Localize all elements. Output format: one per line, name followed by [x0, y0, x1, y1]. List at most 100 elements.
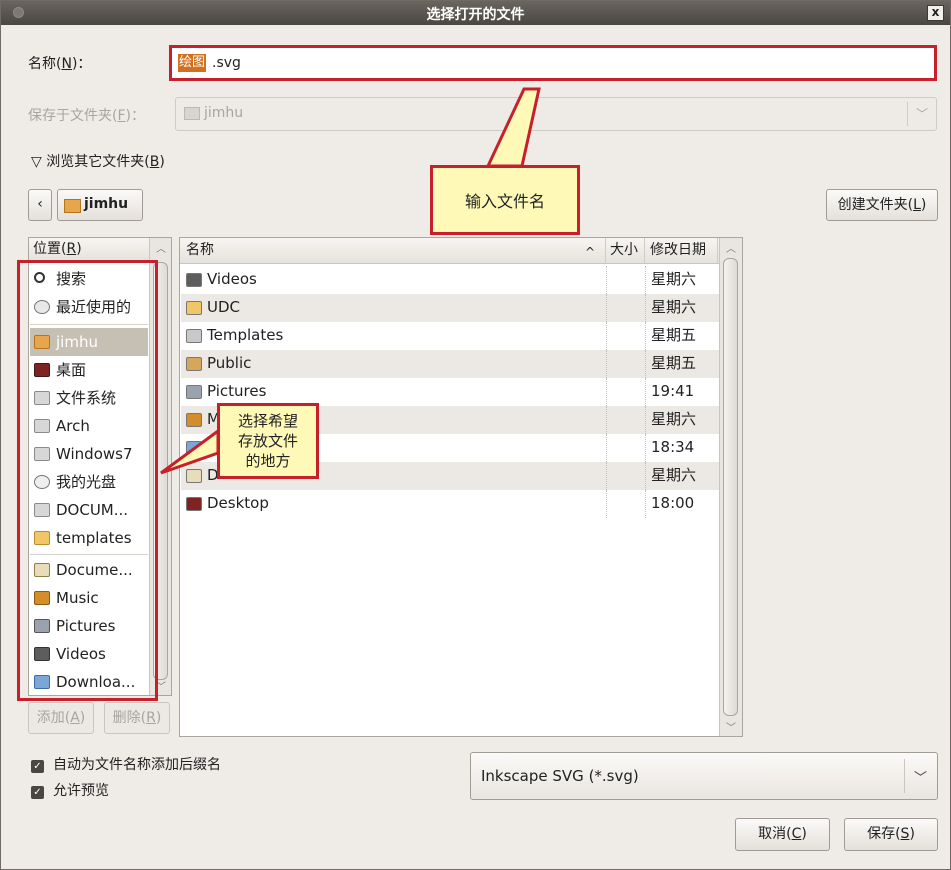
scroll-up-icon[interactable]: ︿ — [156, 240, 166, 255]
scroll-down-icon[interactable]: ﹀ — [726, 719, 736, 734]
cancel-key: C — [791, 826, 802, 842]
path-button-jimhu[interactable]: jimhu — [57, 189, 143, 221]
column-divider — [645, 490, 646, 518]
name-label: 名称(N)： — [28, 53, 91, 73]
column-divider — [606, 294, 607, 322]
folder-icon — [184, 107, 200, 120]
path-back-button[interactable]: ‹ — [28, 189, 52, 221]
column-name-label: 名称 — [186, 242, 214, 258]
home-folder-icon — [64, 199, 81, 213]
create-folder-button[interactable]: 创建文件夹(L) — [826, 189, 938, 221]
pictures-folder-icon — [186, 385, 202, 399]
save-prefix: 保存( — [867, 826, 901, 842]
create-folder-suffix: ) — [920, 197, 927, 213]
public-folder-icon — [186, 357, 202, 371]
scroll-thumb[interactable] — [723, 258, 738, 716]
add-suffix: ) — [79, 710, 86, 726]
auto-extension-label[interactable]: 自动为文件名称添加后缀名 — [53, 754, 221, 774]
column-header-size[interactable]: 大小 — [606, 238, 645, 264]
file-row[interactable]: Public 星期五 — [181, 350, 719, 378]
create-folder-key: L — [913, 197, 921, 213]
file-name: Desktop — [207, 494, 269, 512]
add-prefix: 添加( — [36, 710, 71, 726]
name-label-suffix: )： — [71, 56, 92, 72]
column-divider — [645, 406, 646, 434]
save-in-label-suffix: )： — [125, 108, 145, 124]
documents-folder-icon — [186, 469, 202, 483]
browse-label-prefix: 浏览其它文件夹( — [46, 154, 150, 170]
path-button-label: jimhu — [84, 196, 129, 212]
file-row[interactable]: Pictures 19:41 — [181, 378, 719, 406]
file-modified: 星期六 — [651, 410, 697, 428]
file-row[interactable]: Desktop 18:00 — [181, 490, 719, 518]
save-in-label-key: F — [117, 108, 126, 124]
remove-prefix: 删除( — [112, 710, 147, 726]
preview-label[interactable]: 允许预览 — [53, 780, 109, 800]
file-list-scrollbar[interactable]: ︿ ﹀ — [719, 238, 742, 736]
filename-input[interactable]: 绘图 .svg — [169, 45, 937, 81]
add-place-button[interactable]: 添加(A) — [28, 702, 94, 734]
auto-extension-checkbox[interactable]: ✓ — [31, 760, 44, 773]
column-header-name[interactable]: 名称 ^ — [180, 238, 606, 264]
column-divider — [645, 266, 646, 294]
file-name: Pictures — [207, 382, 267, 400]
add-key: A — [70, 710, 80, 726]
file-modified: 星期五 — [651, 326, 697, 344]
callout-location: 选择希望 存放文件 的地方 — [217, 403, 319, 479]
file-name: Videos — [207, 270, 257, 288]
file-row[interactable]: Templates 星期五 — [181, 322, 719, 350]
name-label-prefix: 名称( — [28, 56, 62, 72]
expander-arrow-icon: ▽ — [31, 154, 42, 170]
file-row[interactable]: UDC 星期六 — [181, 294, 719, 322]
places-highlight-box — [17, 260, 158, 701]
filename-extension-text: .svg — [212, 55, 241, 71]
callout-filename: 输入文件名 — [430, 165, 580, 235]
callout-line: 选择希望 — [237, 412, 298, 430]
callout-line: 的地方 — [245, 452, 291, 470]
cancel-prefix: 取消( — [758, 826, 792, 842]
column-divider — [645, 434, 646, 462]
places-header[interactable]: 位置(R) — [29, 238, 149, 262]
callout-location-text: 选择希望 存放文件 的地方 — [220, 411, 316, 471]
sort-ascending-icon: ^ — [584, 245, 595, 259]
name-label-key: N — [61, 56, 72, 72]
file-name: Public — [207, 354, 252, 372]
column-divider — [645, 322, 646, 350]
file-list-header: 名称 ^ 大小 修改日期 — [180, 238, 719, 264]
file-modified: 18:00 — [651, 494, 695, 512]
file-type-filter-combo[interactable]: Inkscape SVG (*.svg) ﹀ — [470, 752, 938, 800]
column-divider — [606, 406, 607, 434]
browse-label-key: B — [149, 154, 160, 170]
remove-place-button[interactable]: 删除(R) — [104, 702, 170, 734]
music-folder-icon — [186, 413, 202, 427]
browse-label-suffix: ) — [159, 154, 165, 170]
title-bar[interactable]: 选择打开的文件 x — [1, 1, 950, 25]
file-modified: 星期六 — [651, 466, 697, 484]
file-modified: 星期五 — [651, 354, 697, 372]
save-in-folder-value: jimhu — [204, 105, 244, 121]
save-in-label-prefix: 保存于文件夹( — [28, 108, 118, 124]
browse-other-folders-expander[interactable]: ▽ 浏览其它文件夹(B) — [31, 151, 165, 171]
column-divider — [606, 378, 607, 406]
cancel-suffix: ) — [801, 826, 807, 842]
column-divider — [606, 434, 607, 462]
places-header-prefix: 位置( — [33, 241, 67, 257]
save-in-folder-combo[interactable]: jimhu ﹀ — [175, 97, 937, 131]
file-row[interactable]: Videos 星期六 — [181, 266, 719, 294]
cancel-button[interactable]: 取消(C) — [735, 818, 830, 851]
save-button[interactable]: 保存(S) — [844, 818, 938, 851]
column-divider — [645, 378, 646, 406]
scroll-up-icon[interactable]: ︿ — [726, 240, 736, 255]
close-button[interactable]: x — [927, 5, 944, 21]
file-modified: 星期六 — [651, 270, 697, 288]
places-header-key: R — [66, 241, 77, 257]
column-header-modified[interactable]: 修改日期 — [645, 238, 718, 264]
preview-checkbox[interactable]: ✓ — [31, 786, 44, 799]
column-divider — [606, 490, 607, 518]
chevron-down-icon: ﹀ — [915, 107, 928, 121]
folder-icon — [186, 301, 202, 315]
callout-line: 存放文件 — [237, 432, 298, 450]
window-title: 选择打开的文件 — [426, 7, 525, 23]
videos-folder-icon — [186, 273, 202, 287]
chevron-down-icon: ﹀ — [913, 771, 927, 786]
